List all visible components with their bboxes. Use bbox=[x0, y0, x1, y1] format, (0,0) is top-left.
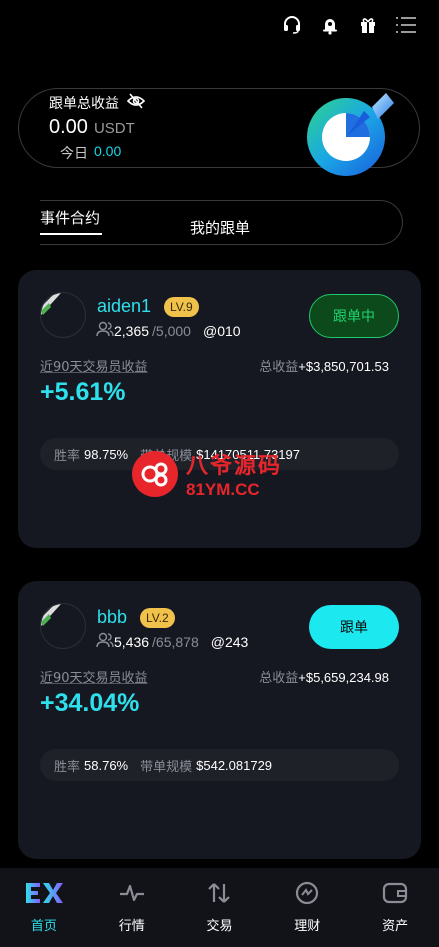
wallet-icon bbox=[381, 881, 409, 909]
return-90d-label: 近90天交易员收益 bbox=[40, 360, 148, 375]
trader-name: aiden1 bbox=[97, 296, 152, 316]
swap-arrows-icon bbox=[205, 881, 233, 909]
menu-icon[interactable] bbox=[387, 10, 425, 40]
watermark-cn: 八爷源码 bbox=[186, 454, 283, 479]
level-badge: LV.2 bbox=[140, 608, 175, 628]
follow-button[interactable]: 跟单 bbox=[309, 605, 399, 649]
avatar bbox=[40, 603, 86, 649]
trader-meta: 2,365 /5,000 @010 bbox=[96, 321, 241, 340]
follower-count: 2,365 bbox=[114, 322, 150, 339]
level-badge: LV.9 bbox=[164, 297, 199, 317]
winrate-label: 胜率 bbox=[54, 759, 81, 775]
following-button[interactable]: 跟单中 bbox=[309, 294, 399, 338]
pulse-icon bbox=[118, 881, 146, 909]
gift-icon[interactable] bbox=[349, 10, 387, 40]
follower-max: /5,000 bbox=[152, 322, 191, 339]
trade-tabs: 事件合约 我的跟单 bbox=[40, 200, 403, 245]
nav-home-label: 首页 bbox=[30, 919, 57, 934]
total-return-label: 总收益 bbox=[259, 671, 299, 686]
nav-market-label: 行情 bbox=[118, 919, 145, 934]
today-value: 0.00 bbox=[94, 143, 122, 159]
return-90d-label: 近90天交易员收益 bbox=[40, 671, 148, 686]
earnings-value: 0.00 bbox=[49, 116, 88, 138]
bottom-nav: 首页 行情 交易 理财 资产 bbox=[0, 868, 439, 947]
total-return: 总收益+$5,659,234.98 bbox=[259, 667, 389, 686]
trader-name: bbb bbox=[97, 607, 128, 627]
trader-card[interactable]: aiden1 LV.9 2,365 /5,000 @010 跟单中 近90天交易… bbox=[18, 270, 421, 548]
watermark-logo-icon bbox=[132, 451, 178, 497]
watermark: 八爷源码 81YM.CC bbox=[132, 448, 282, 500]
winrate-value: 98.75% bbox=[84, 446, 129, 462]
trader-card[interactable]: bbb LV.2 5,436 /65,878 @243 跟单 近90天交易员收益… bbox=[18, 581, 421, 859]
watermark-en: 81YM.CC bbox=[186, 480, 260, 499]
earnings-title-text: 跟单总收益 bbox=[49, 96, 119, 112]
total-return-value: +$5,659,234.98 bbox=[298, 670, 389, 685]
earnings-unit: USDT bbox=[93, 120, 135, 137]
finance-icon bbox=[293, 881, 321, 909]
earnings-amount: 0.00 USDT bbox=[49, 116, 135, 139]
nav-trade[interactable]: 交易 bbox=[176, 868, 264, 947]
winrate-label: 胜率 bbox=[54, 448, 81, 464]
nav-assets-label: 资产 bbox=[382, 919, 409, 934]
tab-my-copy-trades[interactable]: 我的跟单 bbox=[190, 217, 250, 238]
total-return-label: 总收益 bbox=[259, 360, 299, 375]
nav-trade-label: 交易 bbox=[206, 919, 233, 934]
total-return: 总收益+$3,850,701.53 bbox=[259, 356, 389, 375]
follower-count: 5,436 bbox=[114, 633, 150, 650]
followers-icon bbox=[96, 632, 114, 651]
nav-finance[interactable]: 理财 bbox=[263, 868, 351, 947]
trader-handle: @243 bbox=[210, 633, 249, 650]
top-bar bbox=[273, 10, 425, 40]
nav-market[interactable]: 行情 bbox=[88, 868, 176, 947]
eye-off-icon[interactable] bbox=[126, 93, 146, 113]
nav-home[interactable]: 首页 bbox=[0, 868, 88, 947]
tab-event-contracts[interactable]: 事件合约 bbox=[40, 207, 100, 228]
avatar bbox=[40, 292, 86, 338]
trader-handle: @010 bbox=[202, 322, 241, 339]
earnings-card: 跟单总收益 0.00 USDT 今日 0.00 bbox=[18, 88, 420, 176]
nav-finance-label: 理财 bbox=[294, 919, 321, 934]
earnings-pie-illustration bbox=[304, 93, 399, 177]
bell-icon[interactable] bbox=[311, 10, 349, 40]
follower-max: /65,878 bbox=[152, 633, 199, 650]
ex-logo-icon bbox=[24, 881, 64, 909]
scale-value: $542.081729 bbox=[196, 757, 273, 773]
today-label: 今日 bbox=[60, 146, 88, 162]
trader-meta: 5,436 /65,878 @243 bbox=[96, 632, 248, 651]
trader-stats: 胜率 58.76% 带单规模 $542.081729 bbox=[40, 749, 399, 781]
return-percent: +34.04% bbox=[40, 689, 140, 717]
followers-icon bbox=[96, 321, 114, 340]
total-return-value: +$3,850,701.53 bbox=[298, 359, 389, 374]
nav-assets[interactable]: 资产 bbox=[351, 868, 439, 947]
return-percent: +5.61% bbox=[40, 378, 126, 406]
earnings-today: 今日 0.00 bbox=[60, 143, 121, 163]
headset-icon[interactable] bbox=[273, 10, 311, 40]
scale-label: 带单规模 bbox=[140, 759, 193, 775]
active-tab-indicator bbox=[40, 233, 102, 235]
winrate-value: 58.76% bbox=[84, 757, 129, 773]
earnings-title: 跟单总收益 bbox=[49, 93, 146, 113]
